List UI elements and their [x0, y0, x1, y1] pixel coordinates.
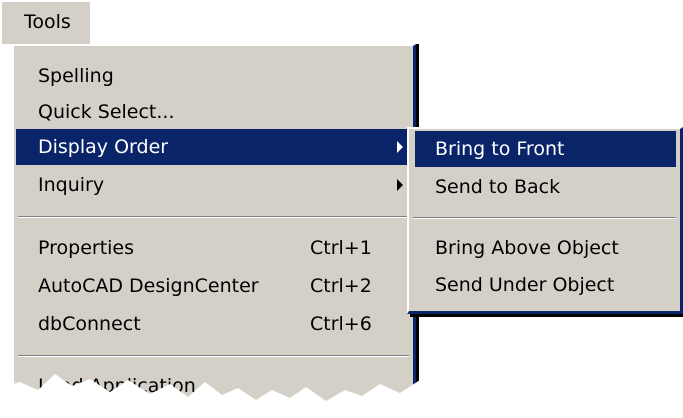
submenu-item-send-to-back[interactable]: Send to Back	[415, 169, 676, 205]
submenu-item-send-under-object[interactable]: Send Under Object	[415, 267, 676, 303]
submenu-separator	[413, 217, 676, 219]
menu-item-shortcut: Ctrl+6	[310, 313, 372, 335]
menu-item-quick-select[interactable]: Quick Select...	[16, 94, 411, 130]
menu-item-inquiry[interactable]: Inquiry	[16, 167, 411, 203]
menu-item-display-order[interactable]: Display Order	[16, 129, 411, 165]
submenu-item-bring-above-object[interactable]: Bring Above Object	[415, 230, 676, 266]
menu-item-shortcut: Ctrl+1	[310, 237, 372, 259]
submenu-item-bring-to-front[interactable]: Bring to Front	[415, 131, 676, 167]
menu-item-label: Display Order	[38, 136, 169, 158]
menu-item-label: Quick Select...	[38, 101, 175, 123]
menu-item-properties[interactable]: Properties Ctrl+1	[16, 230, 411, 266]
submenu-item-label: Bring to Front	[435, 138, 565, 160]
submenu-item-label: Send Under Object	[435, 274, 615, 296]
menu-item-label: Inquiry	[38, 174, 105, 196]
menu-tools-label: Tools	[24, 11, 71, 33]
menu-tools[interactable]: Tools	[0, 0, 92, 44]
menu-item-label: Properties	[38, 237, 135, 259]
screenshot-stage: Tools Spelling Quick Select... Display O…	[0, 0, 683, 418]
torn-edge-decoration	[0, 362, 683, 418]
submenu-item-label: Bring Above Object	[435, 237, 619, 259]
menu-item-dbconnect[interactable]: dbConnect Ctrl+6	[16, 306, 411, 342]
menu-item-shortcut: Ctrl+2	[310, 275, 372, 297]
submenu-arrow-icon	[397, 179, 403, 191]
menu-separator	[18, 216, 409, 218]
menu-item-label: dbConnect	[38, 313, 141, 335]
menu-item-autocad-designcenter[interactable]: AutoCAD DesignCenter Ctrl+2	[16, 268, 411, 304]
submenu-arrow-icon	[397, 141, 403, 153]
menu-item-spelling[interactable]: Spelling	[16, 58, 411, 94]
menu-separator	[18, 355, 409, 357]
menu-item-label: AutoCAD DesignCenter	[38, 275, 259, 297]
display-order-submenu: Bring to Front Send to Back Bring Above …	[407, 127, 683, 314]
submenu-item-label: Send to Back	[435, 176, 561, 198]
menu-item-label: Spelling	[38, 65, 114, 87]
